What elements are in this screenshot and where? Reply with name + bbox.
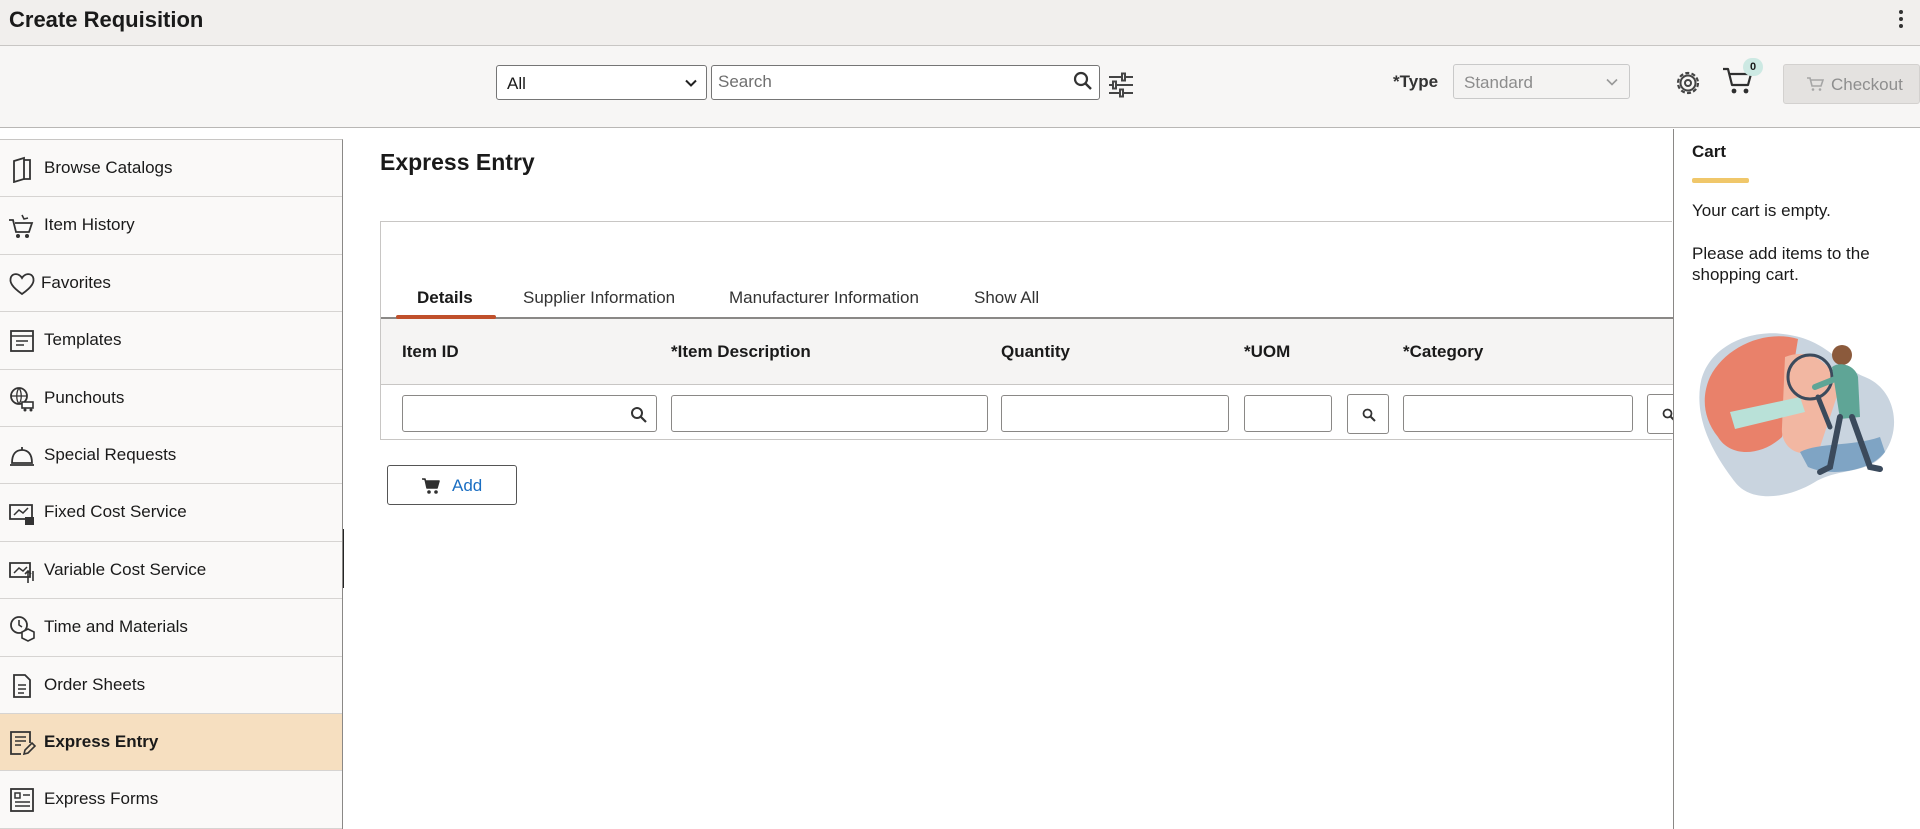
cart-hint: Please add items to the shopping cart. [1692,244,1870,284]
tab-show-all[interactable]: Show All [974,288,1039,308]
express-entry-grid: Details Supplier Information Manufacture… [380,221,1677,441]
sidebar-item-order-sheets[interactable]: Order Sheets [0,657,342,714]
title-bar: Create Requisition [0,0,1920,46]
sidebar-item-item-history[interactable]: Item History [0,197,342,255]
form-icon [10,788,34,813]
column-header-item-id: Item ID [402,342,459,361]
column-header-category: *Category [1403,342,1484,361]
chevron-down-icon [685,79,697,87]
grid-header: Item ID *Item Description Quantity *UOM … [381,319,1673,385]
quantity-input[interactable] [1002,396,1228,431]
main-content: Express Entry Details Supplier Informati… [344,129,1677,829]
punchout-icon [10,386,34,412]
column-header-uom: *UOM [1244,342,1291,361]
search-scope-value: All [507,74,526,93]
sidebar-item-special-requests[interactable]: Special Requests [0,427,342,485]
sidebar-item-label: Favorites [41,272,111,292]
category-input[interactable] [1404,396,1632,431]
type-label: *Type [1393,72,1439,91]
document-icon [13,673,31,698]
page-title: Create Requisition [9,7,204,32]
tab-supplier-information[interactable]: Supplier Information [523,288,675,308]
cart-panel: Cart Your cart is empty. Please add item… [1673,129,1920,829]
column-header-item-description: *Item Description [671,342,811,361]
cart-empty-message: Your cart is empty. [1692,201,1831,220]
empty-cart-illustration [1699,333,1895,497]
heart-icon [9,273,35,295]
grid-tabs: Details Supplier Information Manufacture… [381,274,1673,319]
search-input[interactable] [712,66,1052,97]
sidebar-item-label: Browse Catalogs [44,158,173,177]
cart-count-badge: 0 [1743,58,1763,76]
item-history-icon [9,215,34,239]
search-icon[interactable] [630,406,647,423]
sidebar-item-punchouts[interactable]: Punchouts [0,370,342,427]
catalog-icon [13,156,31,183]
sidebar-item-label: Order Sheets [44,674,146,694]
item-description-field[interactable] [671,395,988,432]
toolbar: All *Type Standard 0 Checkout [0,46,1920,128]
tab-manufacturer-information[interactable]: Manufacturer Information [729,288,919,308]
fixed-cost-icon [9,504,34,526]
quantity-field[interactable] [1001,395,1229,432]
cart-title: Cart [1692,142,1727,161]
sidebar-item-time-and-materials[interactable]: Time and Materials [0,599,342,657]
search-field[interactable] [711,65,1100,100]
cart-icon [422,478,440,494]
express-entry-icon [10,731,36,756]
uom-field[interactable] [1244,395,1332,432]
gear-icon[interactable] [1673,68,1703,98]
sidebar-item-label: Templates [44,330,122,350]
section-title: Express Entry [380,149,535,175]
sidebar-item-label: Variable Cost Service [44,559,207,579]
sidebar-item-label: Express Entry [44,731,159,751]
add-button[interactable]: Add [387,465,517,505]
table-row [381,385,1677,441]
search-scope-select[interactable]: All [496,65,707,100]
template-icon [10,330,34,353]
sidebar-item-browse-catalogs[interactable]: Browse Catalogs [0,140,342,198]
item-description-input[interactable] [672,396,987,431]
item-id-field[interactable] [402,395,657,432]
sidebar-item-templates[interactable]: Templates [0,312,342,370]
checkout-button[interactable]: Checkout [1783,64,1920,104]
search-icon[interactable] [1073,71,1093,91]
variable-cost-icon [9,561,34,583]
type-value: Standard [1464,73,1533,92]
search-icon [1362,408,1376,422]
column-header-quantity: Quantity [1001,342,1070,361]
sidebar-item-label: Express Forms [44,789,159,809]
more-options-icon[interactable] [1896,8,1906,32]
sidebar-item-express-forms[interactable]: Express Forms [0,771,342,829]
item-id-input[interactable] [403,396,656,431]
category-field[interactable] [1403,395,1633,432]
time-materials-icon [10,616,35,643]
uom-lookup-button[interactable] [1347,394,1389,434]
filter-settings-icon[interactable] [1108,72,1134,98]
sidebar-item-variable-cost-service[interactable]: Variable Cost Service [0,542,342,600]
sidebar-item-fixed-cost-service[interactable]: Fixed Cost Service [0,484,342,542]
sidebar-item-express-entry[interactable]: Express Entry [0,713,342,772]
chevron-down-icon [1606,78,1618,86]
sidebar: Browse Catalogs Item History Favorites T… [0,139,343,829]
cart-icon [1807,77,1824,91]
add-label: Add [452,476,483,495]
sidebar-item-label: Special Requests [44,444,177,464]
type-select[interactable]: Standard [1453,64,1630,99]
sidebar-item-favorites[interactable]: Favorites [0,255,342,313]
uom-input[interactable] [1245,396,1331,431]
sidebar-item-label: Fixed Cost Service [44,502,187,522]
tab-details[interactable]: Details [417,288,473,308]
sidebar-item-label: Punchouts [44,387,125,407]
sidebar-item-label: Time and Materials [44,617,188,637]
sidebar-item-label: Item History [44,215,135,235]
checkout-label: Checkout [1831,75,1903,94]
cart-title-accent [1692,178,1749,183]
bell-icon [10,446,34,466]
